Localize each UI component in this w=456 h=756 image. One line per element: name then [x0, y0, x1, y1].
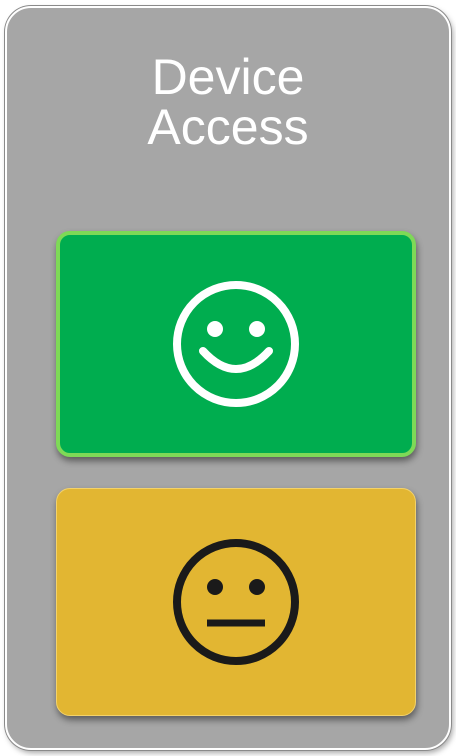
panel-title: Device Access: [7, 52, 449, 152]
status-card-good[interactable]: [56, 231, 416, 457]
device-access-panel: Device Access: [5, 6, 451, 750]
happy-face-icon: [173, 281, 299, 407]
status-card-neutral[interactable]: [56, 488, 416, 716]
panel-title-line1: Device: [151, 49, 305, 105]
panel-title-line2: Access: [147, 99, 309, 155]
neutral-face-icon: [173, 539, 299, 665]
